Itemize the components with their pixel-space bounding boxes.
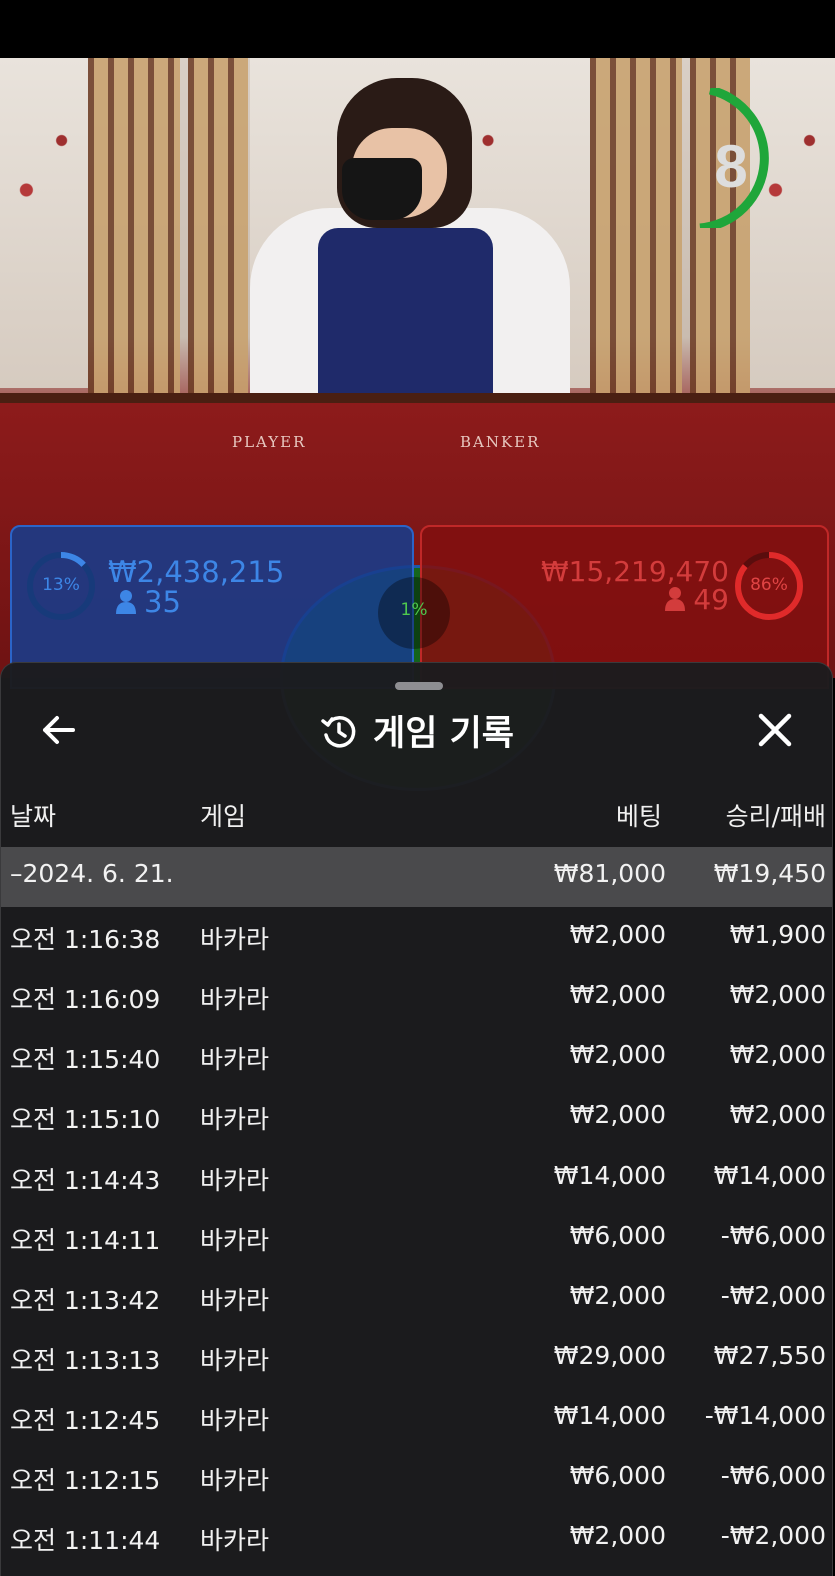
row-game: 바카라 (200, 985, 270, 1014)
person-icon (665, 585, 686, 618)
row-game: 바카라 (200, 1286, 270, 1315)
day-date: –2024. 6. 21. (10, 859, 174, 888)
history-row[interactable]: 오전 1:15:10 바카라 ₩2,000 ₩2,000 (1, 1087, 832, 1147)
row-game: 바카라 (200, 1406, 270, 1435)
row-time: 오전 1:16:09 (10, 985, 161, 1014)
banker-count-value: 49 (693, 583, 729, 616)
background-mural (0, 58, 88, 388)
row-result: ₩2,000 (729, 1100, 826, 1129)
row-game: 바카라 (200, 1105, 270, 1134)
row-result: ₩14,000 (713, 1161, 826, 1190)
row-bet: ₩14,000 (553, 1161, 666, 1190)
row-result: ₩2,000 (729, 980, 826, 1009)
tie-percent: 1% (400, 600, 428, 620)
row-time: 오전 1:12:45 (10, 1406, 161, 1435)
day-bet-total: ₩81,000 (553, 859, 666, 888)
day-summary-row[interactable]: –2024. 6. 21. ₩81,000 ₩19,450 (1, 847, 832, 907)
game-history-sheet: 게임 기록 날짜 게임 베팅 승리/패배 –2024. 6. 21. ₩81,0… (0, 662, 833, 1576)
row-game: 바카라 (200, 1226, 270, 1255)
row-time: 오전 1:14:11 (10, 1226, 161, 1255)
timer-value: 8 (714, 133, 748, 200)
history-row[interactable]: 오전 1:14:11 바카라 ₩6,000 -₩6,000 (1, 1208, 832, 1268)
row-bet: ₩6,000 (569, 1461, 666, 1490)
player-percent: 13% (42, 575, 80, 595)
player-count-value: 35 (144, 585, 181, 619)
row-game: 바카라 (200, 1346, 270, 1375)
row-game: 바카라 (200, 1526, 270, 1555)
history-row[interactable]: 오전 1:12:15 바카라 ₩6,000 -₩6,000 (1, 1448, 832, 1508)
history-icon (319, 712, 357, 750)
row-time: 오전 1:16:38 (10, 925, 161, 954)
sheet-title: 게임 기록 (373, 714, 514, 754)
row-time: 오전 1:14:43 (10, 1166, 161, 1195)
banker-percent: 86% (750, 575, 788, 595)
history-row[interactable]: 오전 1:15:40 바카라 ₩2,000 ₩2,000 (1, 1027, 832, 1087)
column-header-result: 승리/패배 (725, 802, 826, 831)
player-total-amount: ₩2,438,215 (108, 555, 285, 589)
row-time: 오전 1:11:44 (10, 1526, 161, 1555)
history-row[interactable]: 오전 1:16:09 바카라 ₩2,000 ₩2,000 (1, 967, 832, 1027)
history-row[interactable]: 오전 1:12:45 바카라 ₩14,000 -₩14,000 (1, 1388, 832, 1448)
drag-handle[interactable] (395, 682, 443, 690)
felt-banker-label: BANKER (460, 433, 541, 451)
history-row[interactable]: 오전 1:16:38 바카라 ₩2,000 ₩1,900 (1, 907, 832, 967)
banker-bettor-count: 49 (665, 583, 729, 618)
row-result: -₩2,000 (720, 1521, 826, 1550)
sheet-header: 게임 기록 (1, 705, 832, 756)
close-icon (758, 713, 792, 747)
dealer-mask (342, 158, 422, 220)
close-button[interactable] (753, 708, 797, 752)
row-bet: ₩2,000 (569, 980, 666, 1009)
row-result: -₩6,000 (720, 1221, 826, 1250)
row-bet: ₩14,000 (553, 1401, 666, 1430)
column-header-bet: 베팅 (615, 802, 662, 831)
history-row[interactable]: 오전 1:13:13 바카라 ₩29,000 ₩27,550 (1, 1328, 832, 1388)
person-icon (116, 587, 136, 621)
row-result: -₩14,000 (704, 1401, 826, 1430)
row-bet: ₩2,000 (569, 920, 666, 949)
row-result: -₩6,000 (720, 1461, 826, 1490)
player-percent-ring: 13% (24, 549, 98, 623)
row-result: -₩2,000 (720, 1281, 826, 1310)
row-result: ₩1,900 (729, 920, 826, 949)
row-game: 바카라 (200, 1166, 270, 1195)
history-row[interactable]: 오전 1:11:44 바카라 ₩2,000 -₩2,000 (1, 1508, 832, 1568)
row-bet: ₩29,000 (553, 1341, 666, 1370)
row-time: 오전 1:15:10 (10, 1105, 161, 1134)
row-bet: ₩2,000 (569, 1100, 666, 1129)
row-bet: ₩2,000 (569, 1040, 666, 1069)
countdown-timer: 8 (690, 85, 800, 233)
row-time: 오전 1:12:15 (10, 1466, 161, 1495)
row-result: ₩27,550 (713, 1341, 826, 1370)
row-game: 바카라 (200, 925, 270, 954)
player-bettor-count: 35 (116, 585, 181, 621)
row-bet: ₩2,000 (569, 1281, 666, 1310)
felt-player-label: PLAYER (232, 433, 307, 451)
row-result: ₩2,000 (729, 1040, 826, 1069)
banker-percent-ring: 86% (732, 549, 806, 623)
column-header-game: 게임 (200, 802, 247, 831)
row-game: 바카라 (200, 1045, 270, 1074)
row-time: 오전 1:15:40 (10, 1045, 161, 1074)
row-time: 오전 1:13:13 (10, 1346, 161, 1375)
row-bet: ₩6,000 (569, 1221, 666, 1250)
row-time: 오전 1:13:42 (10, 1286, 161, 1315)
day-result-total: ₩19,450 (713, 859, 826, 888)
row-bet: ₩2,000 (569, 1521, 666, 1550)
status-bar (0, 0, 835, 58)
history-row[interactable]: 오전 1:13:42 바카라 ₩2,000 -₩2,000 (1, 1268, 832, 1328)
row-game: 바카라 (200, 1466, 270, 1495)
history-row[interactable]: 오전 1:14:43 바카라 ₩14,000 ₩14,000 (1, 1148, 832, 1208)
column-header-date: 날짜 (10, 802, 57, 831)
